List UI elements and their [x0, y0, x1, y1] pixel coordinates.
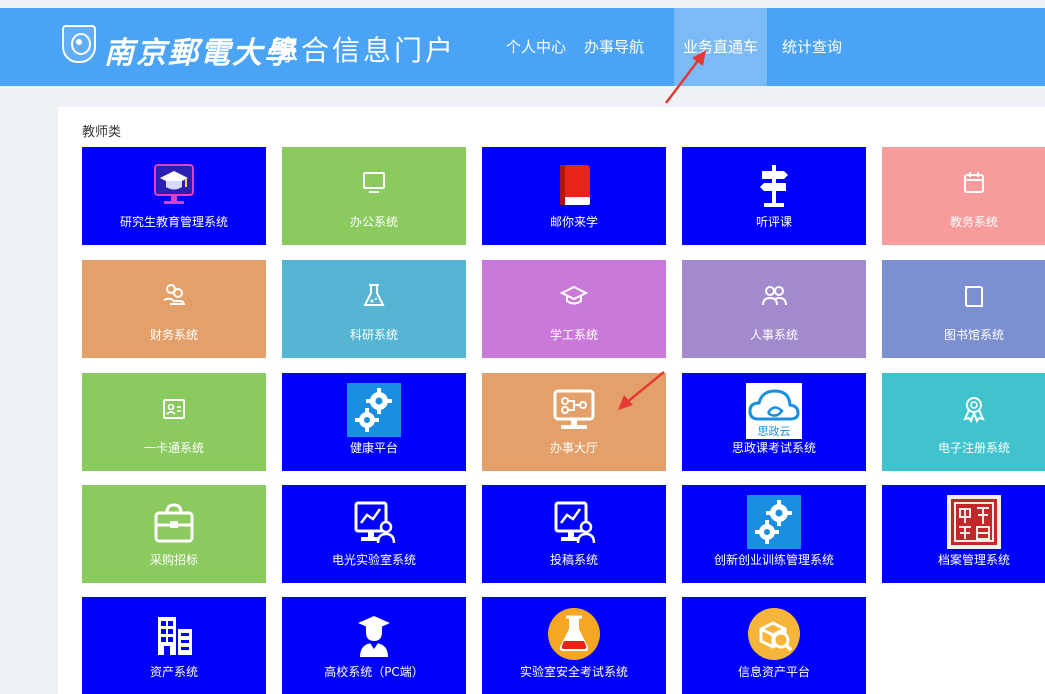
- gears-icon: [747, 495, 801, 549]
- signpost-icon: [750, 161, 798, 209]
- tile-label: 创新创业训练管理系统: [713, 553, 834, 567]
- tile-label: 听评课: [755, 215, 792, 229]
- tile-innovation-training[interactable]: 创新创业训练管理系统: [682, 485, 866, 583]
- chart-user-icon: [550, 499, 598, 547]
- cube-search-icon: [747, 607, 801, 661]
- tile-label: 学工系统: [549, 328, 598, 342]
- tile-lesson-evaluation[interactable]: 听评课: [682, 147, 866, 245]
- flask-icon: [360, 282, 388, 310]
- nav-personal-center[interactable]: 个人中心: [506, 8, 566, 86]
- tile-label: 资产系统: [149, 665, 198, 679]
- nav-business-express[interactable]: 业务直通车: [674, 8, 768, 86]
- tile-health-platform[interactable]: 健康平台: [282, 373, 466, 471]
- tile-academic-affairs[interactable]: 教务系统: [882, 147, 1045, 245]
- book-icon: [960, 282, 988, 310]
- tile-procurement[interactable]: 采购招标: [82, 485, 266, 583]
- tile-campus-card[interactable]: 一卡通系统: [82, 373, 266, 471]
- university-emblem-icon: [62, 25, 96, 63]
- tile-service-hall[interactable]: 办事大厅: [482, 373, 666, 471]
- tile-library-system[interactable]: 图书馆系统: [882, 260, 1045, 358]
- tile-office-system[interactable]: 办公系统: [282, 147, 466, 245]
- tile-label: 教务系统: [949, 215, 998, 229]
- tile-archive-management[interactable]: 档案管理系统: [882, 485, 1045, 583]
- tile-label: 高校系统（PC端）: [324, 665, 424, 679]
- tile-label: 健康平台: [349, 441, 398, 455]
- chart-user-icon: [350, 499, 398, 547]
- tile-lab-safety-exam[interactable]: 实验室安全考试系统: [482, 597, 666, 694]
- cloud-logo-text: 思政云: [757, 425, 791, 438]
- tile-label: 电子注册系统: [937, 441, 1010, 455]
- tile-label: 财务系统: [149, 328, 198, 342]
- portal-title: 综合信息门户: [270, 34, 457, 67]
- tile-label: 投稿系统: [549, 553, 598, 567]
- tile-label: 办事大厅: [549, 441, 598, 455]
- tile-university-pc[interactable]: 高校系统（PC端）: [282, 597, 466, 694]
- briefcase-icon: [150, 499, 198, 547]
- tile-info-asset-platform[interactable]: 信息资产平台: [682, 597, 866, 694]
- gears-icon: [347, 383, 401, 437]
- tile-label: 思政课考试系统: [731, 441, 816, 455]
- award-ribbon-icon: [960, 395, 988, 423]
- top-header: 南京郵電大學 综合信息门户 个人中心 办事导航 业务直通车 统计查询: [0, 8, 1045, 86]
- building-icon: [150, 611, 198, 659]
- nav-statistics-query[interactable]: 统计查询: [782, 8, 842, 86]
- seal-stamp-icon: [947, 495, 1001, 549]
- red-book-icon: [550, 161, 598, 209]
- tile-submission-system[interactable]: 投稿系统: [482, 485, 666, 583]
- people-icon: [760, 282, 788, 310]
- tile-label: 人事系统: [749, 328, 798, 342]
- tile-optoelectronic-lab[interactable]: 电光实验室系统: [282, 485, 466, 583]
- tile-e-registration[interactable]: 电子注册系统: [882, 373, 1045, 471]
- grad-cap-icon: [560, 282, 588, 310]
- id-card-icon: [160, 395, 188, 423]
- tile-label: 办公系统: [349, 215, 398, 229]
- tile-label: 档案管理系统: [937, 553, 1010, 567]
- network-monitor-icon: [550, 387, 598, 435]
- coins-hand-icon: [160, 282, 188, 310]
- nav-service-guide[interactable]: 办事导航: [584, 8, 644, 86]
- tile-label: 一卡通系统: [143, 441, 204, 455]
- tile-ideology-exam[interactable]: 思政云 思政课考试系统: [682, 373, 866, 471]
- tile-label: 邮你来学: [549, 215, 598, 229]
- calendar-icon: [960, 169, 988, 197]
- lab-flask-circle-icon: [547, 607, 601, 661]
- graduation-monitor-icon: [150, 161, 198, 209]
- tile-you-come-learn[interactable]: 邮你来学: [482, 147, 666, 245]
- tile-finance-system[interactable]: 财务系统: [82, 260, 266, 358]
- tile-label: 科研系统: [349, 328, 398, 342]
- school-name: 南京郵電大學: [104, 36, 296, 71]
- graduate-user-icon: [350, 611, 398, 659]
- tile-student-affairs[interactable]: 学工系统: [482, 260, 666, 358]
- tile-hr-system[interactable]: 人事系统: [682, 260, 866, 358]
- tile-label: 信息资产平台: [737, 665, 810, 679]
- tile-label: 图书馆系统: [943, 328, 1004, 342]
- tile-label: 电光实验室系统: [331, 553, 416, 567]
- tile-label: 采购招标: [149, 553, 198, 567]
- tile-label: 研究生教育管理系统: [119, 215, 228, 229]
- tile-research-system[interactable]: 科研系统: [282, 260, 466, 358]
- section-title: 教师类: [82, 125, 122, 140]
- tile-graduate-education[interactable]: 研究生教育管理系统: [82, 147, 266, 245]
- monitor-icon: [360, 169, 388, 197]
- tile-label: 实验室安全考试系统: [519, 665, 628, 679]
- tile-asset-system[interactable]: 资产系统: [82, 597, 266, 694]
